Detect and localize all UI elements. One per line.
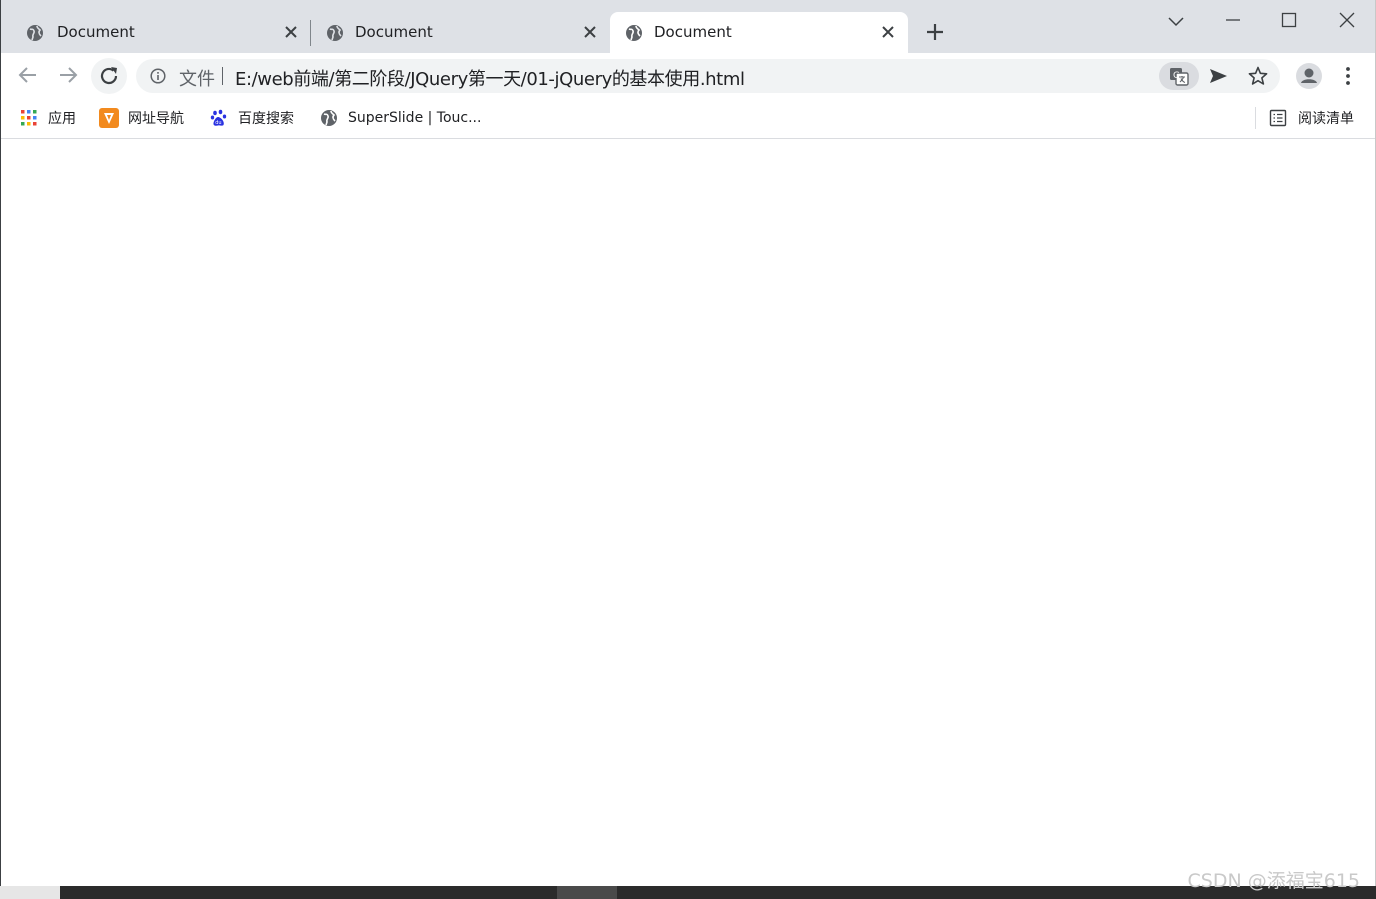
bookmark-apps[interactable]: 应用 <box>20 107 76 129</box>
info-icon[interactable] <box>150 68 166 84</box>
bookmark-label: 网址导航 <box>128 111 184 127</box>
maximize-icon[interactable] <box>1278 10 1300 32</box>
bookmark-nav[interactable]: 网址导航 <box>99 107 184 129</box>
menu-kebab-icon[interactable] <box>1337 65 1359 87</box>
page-content-area[interactable] <box>1 139 1375 886</box>
reading-list-icon <box>1269 109 1287 127</box>
minimize-icon[interactable] <box>1222 10 1244 32</box>
translate-icon[interactable]: G <box>1168 65 1190 87</box>
watermark: CSDN @添福宝615 <box>1187 870 1360 892</box>
nav-arrow-icon <box>99 108 119 128</box>
globe-icon <box>626 25 642 41</box>
window-border-left <box>0 0 1 886</box>
os-taskbar <box>0 886 1376 899</box>
tab-3-active[interactable]: Document <box>610 12 908 53</box>
tab-2[interactable]: Document <box>311 12 608 53</box>
back-arrow-icon[interactable] <box>16 63 40 87</box>
globe-icon <box>327 25 343 41</box>
bookmark-star-icon[interactable] <box>1247 65 1269 87</box>
close-icon[interactable] <box>283 24 299 40</box>
profile-avatar-icon[interactable] <box>1295 62 1323 90</box>
scheme-label: 文件 <box>179 69 215 90</box>
globe-icon <box>27 25 43 41</box>
taskbar-start-area[interactable] <box>0 886 60 899</box>
address-bar[interactable]: 文件 E:/web前端/第二阶段/JQuery第一天/01-jQuery的基本使… <box>136 59 1280 93</box>
apps-grid-icon <box>21 110 37 126</box>
taskbar-active-app[interactable] <box>557 886 617 899</box>
new-tab-plus-icon[interactable] <box>925 22 945 42</box>
svg-text:G: G <box>1173 71 1180 81</box>
bookmark-baidu[interactable]: du 百度搜索 <box>210 107 294 129</box>
tab-title: Document <box>355 23 433 41</box>
tab-1[interactable]: Document <box>10 12 308 53</box>
reload-icon[interactable] <box>97 64 121 88</box>
bookmark-label: 应用 <box>48 111 76 127</box>
bookmark-superslide[interactable]: SuperSlide | Touc... <box>320 107 481 129</box>
tab-title: Document <box>654 23 732 41</box>
bookmarks-bar: 应用 网址导航 du 百度搜索 SuperSlide | Touc... 阅读清… <box>0 99 1376 139</box>
tab-search-chevron-icon[interactable] <box>1165 10 1187 32</box>
forward-arrow-icon[interactable] <box>56 63 80 87</box>
browser-toolbar: 文件 E:/web前端/第二阶段/JQuery第一天/01-jQuery的基本使… <box>0 53 1376 99</box>
reading-list-label: 阅读清单 <box>1298 111 1354 127</box>
bookmarks-divider <box>1255 107 1256 129</box>
bookmark-label: 百度搜索 <box>238 111 294 127</box>
tab-title: Document <box>57 23 135 41</box>
reading-list-button[interactable]: 阅读清单 <box>1269 107 1354 129</box>
bookmark-label: SuperSlide | Touc... <box>348 110 482 126</box>
close-icon[interactable] <box>582 24 598 40</box>
globe-icon <box>321 110 337 126</box>
send-to-device-icon[interactable] <box>1207 65 1229 87</box>
tab-strip: Document Document Document <box>0 0 1376 53</box>
scheme-divider <box>222 67 223 85</box>
close-icon[interactable] <box>880 24 896 40</box>
svg-text:du: du <box>215 120 221 126</box>
window-close-icon[interactable] <box>1336 10 1358 32</box>
baidu-paw-icon: du <box>210 109 227 126</box>
url-text[interactable]: E:/web前端/第二阶段/JQuery第一天/01-jQuery的基本使用.h… <box>235 65 745 91</box>
